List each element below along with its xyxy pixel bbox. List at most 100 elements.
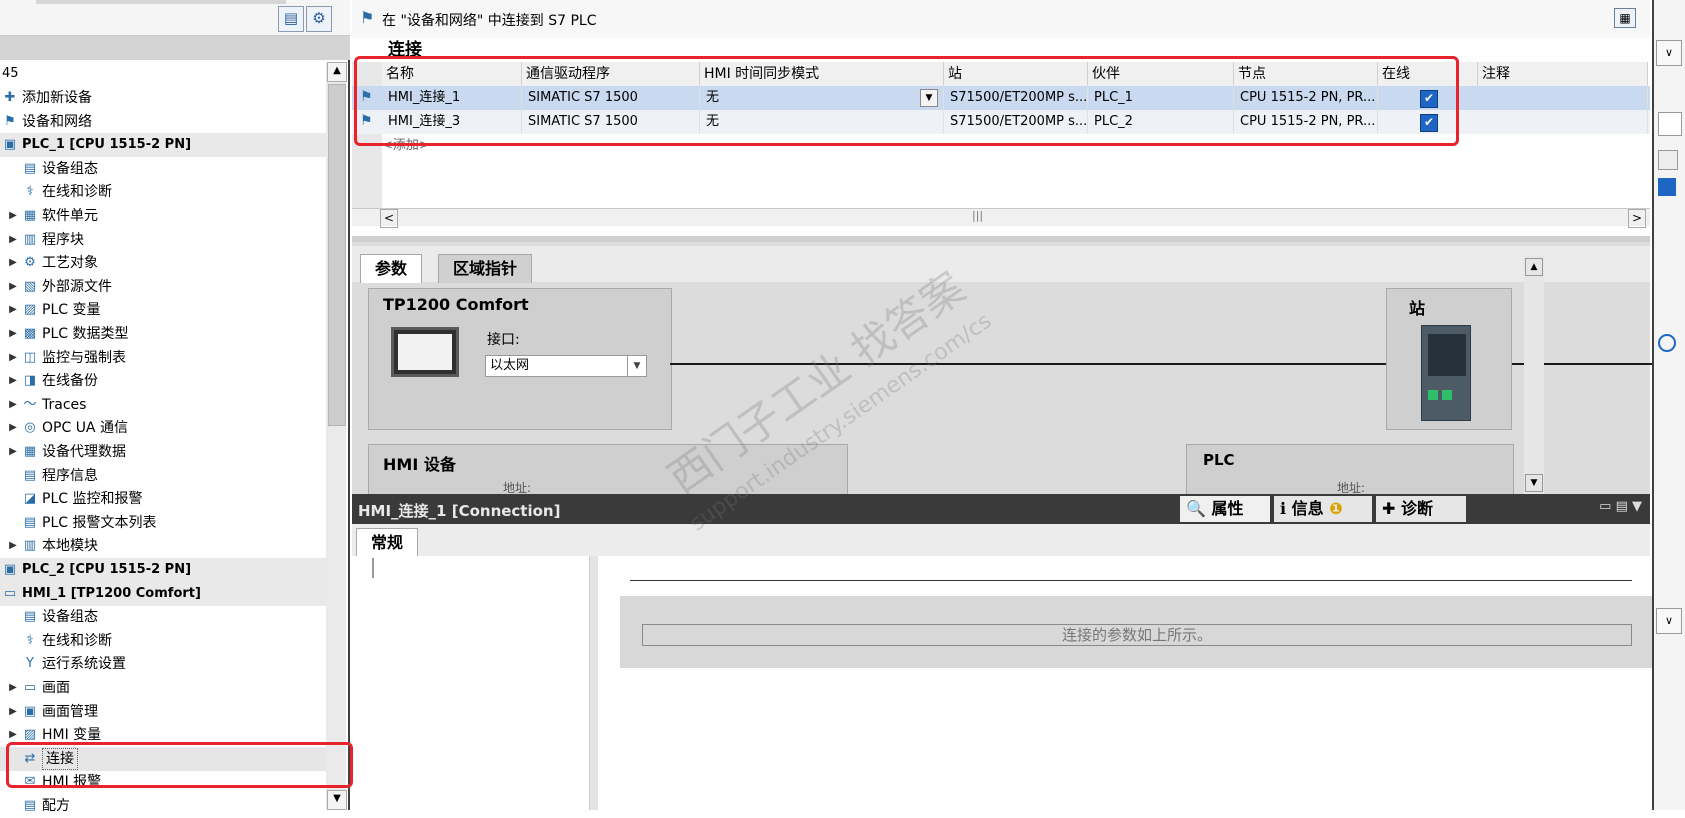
tree-item[interactable]: ▤ 设备组态 [0, 605, 330, 629]
params-scrollbar[interactable]: ▲ ▼ [1524, 256, 1544, 494]
expand-arrow-icon[interactable]: ▶ [8, 322, 18, 346]
expand-arrow-icon[interactable]: ▶ [8, 275, 18, 299]
external-source-icon: ▧ [23, 278, 37, 294]
tab-diagnostics[interactable]: ✚ 诊断 [1376, 496, 1466, 522]
tree-item[interactable]: ⚕ 在线和诊断 [0, 180, 330, 204]
tree-item[interactable]: ▶ ▨ PLC 变量 [0, 298, 330, 322]
program-info-icon: ▤ [23, 467, 37, 483]
tree-item[interactable]: ▶ ▥ 程序块 [0, 228, 330, 252]
tab-properties-label: 属性 [1211, 499, 1244, 518]
tree-item[interactable]: ▭ HMI_1 [TP1200 Comfort] [0, 581, 330, 606]
plc-label: PLC [1203, 451, 1235, 469]
alarm-text-icon: ▤ [23, 514, 37, 530]
scroll-up-icon[interactable]: ▲ [1525, 258, 1543, 276]
tab-properties[interactable]: 🔍 属性 [1180, 496, 1270, 522]
tree-item-label: 程序信息 [42, 467, 98, 484]
tree-item[interactable]: ▶ ◨ 在线备份 [0, 369, 330, 393]
tree-item[interactable]: ⚕ 在线和诊断 [0, 629, 330, 653]
tree-item[interactable]: ▶ ⚙ 工艺对象 [0, 251, 330, 275]
expand-arrow-icon[interactable]: ▶ [8, 534, 18, 558]
checkbox[interactable] [1658, 150, 1678, 170]
tree-scrollbar[interactable]: ▲ ▼ [326, 62, 347, 810]
expand-arrow-icon[interactable]: ▶ [8, 298, 18, 322]
tree-item[interactable]: ▶ ▦ 软件单元 [0, 204, 330, 228]
tree-item[interactable]: ▶ ▣ 画面管理 [0, 700, 330, 724]
tree-item-label: PLC_2 [CPU 1515-2 PN] [22, 562, 192, 577]
tree-item[interactable]: ▤ 配方 [0, 794, 330, 818]
tree-item[interactable]: Y 运行系统设置 [0, 652, 330, 676]
tab-info-label: 信息 [1291, 499, 1324, 518]
tree-item[interactable]: ▣ PLC_2 [CPU 1515-2 PN] [0, 558, 330, 582]
expand-arrow-icon[interactable]: ▶ [8, 393, 18, 417]
search-field[interactable] [1658, 112, 1682, 136]
scroll-down-icon[interactable]: ▼ [327, 790, 347, 810]
editor-header: ⚑ 在 "设备和网络" 中连接到 S7 PLC ▦ [352, 0, 1650, 38]
table-hscrollbar[interactable]: < ||| > [352, 208, 1650, 228]
station-box: 站 [1386, 288, 1512, 430]
list-view-icon[interactable]: ▤ [278, 6, 304, 32]
tree-item[interactable]: ▶ 〜 Traces [0, 393, 330, 417]
tree-item[interactable]: ▶ ◫ 监控与强制表 [0, 346, 330, 370]
expand-arrow-icon[interactable]: ▶ [8, 346, 18, 370]
diagnostic-icon: ⚕ [26, 184, 34, 200]
checkbox-checked[interactable] [1658, 178, 1676, 196]
tree-item[interactable]: ◪ PLC 监控和报警 [0, 487, 330, 511]
tree-item-label: 设备组态 [42, 609, 98, 626]
tree-item-label: 程序块 [42, 231, 84, 248]
tree-item[interactable]: ▶ ▩ PLC 数据类型 [0, 322, 330, 346]
message-panel: 连接的参数如上所示。 [620, 596, 1654, 668]
expand-arrow-icon[interactable]: ▶ [8, 204, 18, 228]
device-name: TP1200 Comfort [383, 295, 529, 314]
expand-arrow-icon[interactable]: ▶ [8, 700, 18, 724]
table-cell[interactable] [1478, 86, 1648, 110]
scroll-down-icon[interactable]: ▼ [1525, 474, 1543, 492]
splitter[interactable] [352, 236, 1650, 242]
scroll-left-icon[interactable]: < [380, 209, 398, 228]
expand-arrow-icon[interactable]: ▶ [8, 251, 18, 275]
expand-arrow-icon[interactable]: ▶ [8, 416, 18, 440]
chevron-down-icon[interactable]: ▼ [627, 356, 646, 376]
tree-item[interactable]: ▶ ▥ 本地模块 [0, 534, 330, 558]
scroll-up-icon[interactable]: ▲ [327, 62, 347, 82]
tree-item[interactable]: ▤ 设备组态 [0, 157, 330, 181]
expand-arrow-icon[interactable]: ▶ [8, 440, 18, 464]
tree-item-label: 监控与强制表 [42, 349, 126, 366]
tree-item[interactable]: ▶ ◎ OPC UA 通信 [0, 416, 330, 440]
tree-item[interactable]: ▤ PLC 报警文本列表 [0, 511, 330, 535]
radio-selected[interactable] [1658, 334, 1676, 352]
collapse-icon[interactable]: ∨ [1656, 40, 1682, 66]
tab-area-pointers[interactable]: 区域指针 [438, 254, 533, 283]
tree-item[interactable]: ⚑ 设备和网络 [0, 110, 330, 134]
expand-arrow-icon[interactable]: ▶ [8, 369, 18, 393]
tree-item[interactable]: ▶ ▦ 设备代理数据 [0, 440, 330, 464]
tree-item-label: HMI_1 [TP1200 Comfort] [22, 585, 201, 601]
tree-item[interactable]: ▣ PLC_1 [CPU 1515-2 PN] [0, 133, 330, 158]
tab-general[interactable]: 常规 [356, 528, 419, 557]
tree-item-label: 画面 [42, 680, 70, 696]
inspector-splitter[interactable] [590, 556, 598, 810]
plc-icon: ▣ [3, 137, 17, 153]
properties-view-icon[interactable]: ⚙ [306, 6, 332, 32]
expand-icon[interactable]: ∨ [1656, 608, 1682, 634]
tree-item[interactable]: ✚ 添加新设备 [0, 86, 330, 110]
overview-icon[interactable]: ▦ [1614, 8, 1636, 28]
scrollbar-thumb[interactable] [328, 84, 346, 426]
tree-item[interactable]: ▤ 程序信息 [0, 464, 330, 488]
tab-parameters[interactable]: 参数 [360, 254, 423, 283]
message-text: 连接的参数如上所示。 [642, 624, 1632, 646]
expand-arrow-icon[interactable]: ▶ [8, 228, 18, 252]
tree-item[interactable]: ▶ ▭ 画面 [0, 676, 330, 700]
tab-info[interactable]: ℹ 信息 ❶ [1274, 496, 1372, 522]
opcua-icon: ◎ [24, 420, 36, 436]
interface-select[interactable]: 以太网 ▼ [485, 355, 647, 377]
window-controls-icon[interactable]: ▭ ▤ ▼ [1599, 499, 1642, 514]
scroll-right-icon[interactable]: > [1628, 209, 1646, 228]
inspector-nav [352, 556, 590, 810]
tree-item[interactable]: ▶ ▧ 外部源文件 [0, 275, 330, 299]
inspector-body: 常规 连接的参数如上所示。 [352, 524, 1654, 810]
plc-datatype-icon: ▩ [23, 326, 37, 341]
local-module-icon: ▥ [23, 538, 37, 554]
expand-arrow-icon[interactable]: ▶ [8, 676, 18, 700]
column-header[interactable]: 注释 [1478, 62, 1648, 86]
table-cell[interactable] [1478, 110, 1648, 134]
